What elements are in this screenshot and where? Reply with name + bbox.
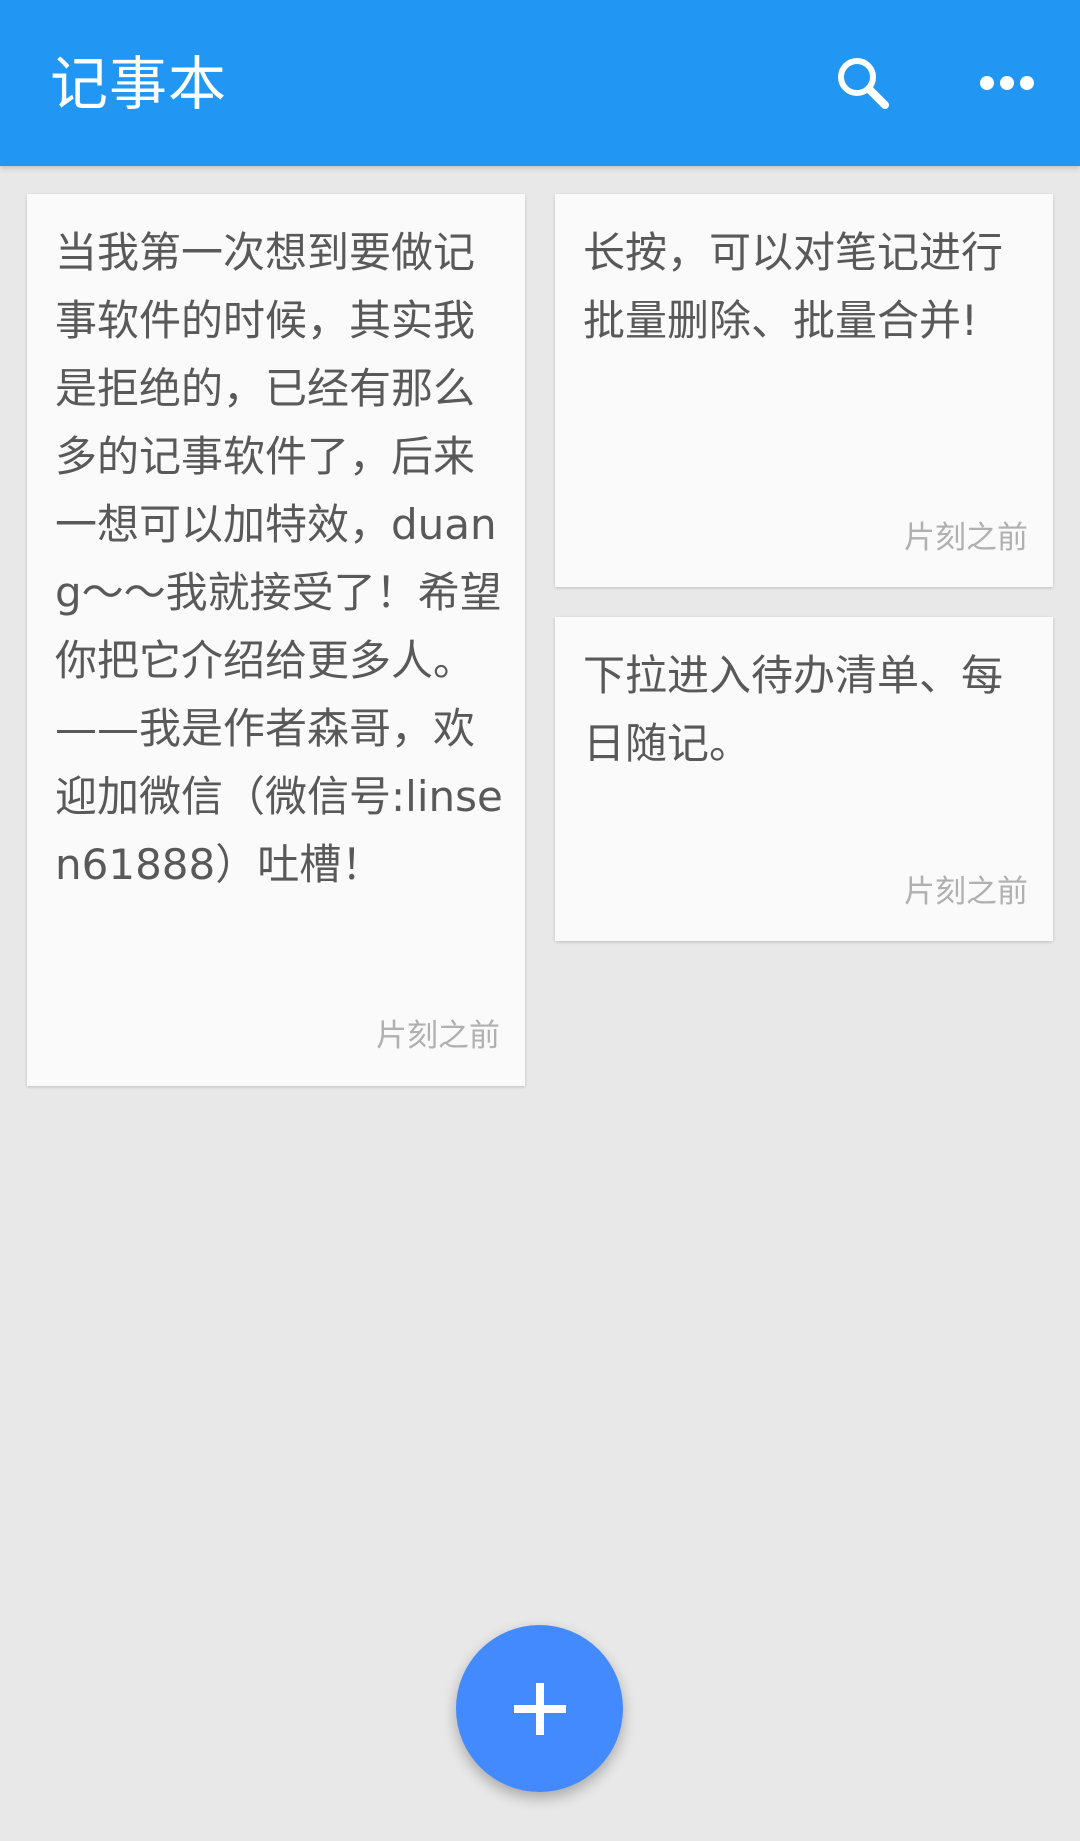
note-card[interactable]: 下拉进入待办清单、每日随记。 片刻之前 — [555, 617, 1053, 941]
note-timestamp: 片刻之前 — [376, 1018, 500, 1054]
note-card[interactable]: 长按，可以对笔记进行批量删除、批量合并! 片刻之前 — [555, 194, 1053, 587]
app-bar: 记事本 — [0, 0, 1080, 166]
plus-icon — [513, 1682, 566, 1735]
app-title: 记事本 — [50, 50, 228, 118]
note-text: 长按，可以对笔记进行批量删除、批量合并! — [583, 228, 1004, 345]
note-timestamp: 片刻之前 — [904, 874, 1028, 910]
note-text: 下拉进入待办清单、每日随记。 — [583, 651, 1004, 768]
note-text: 当我第一次想到要做记事软件的时候，其实我是拒绝的，已经有那么多的记事软件了，后来… — [55, 228, 503, 889]
add-note-button[interactable] — [456, 1625, 623, 1792]
search-icon — [838, 58, 889, 109]
note-card[interactable]: 当我第一次想到要做记事软件的时候，其实我是拒绝的，已经有那么多的记事软件了，后来… — [27, 194, 525, 1086]
search-button[interactable] — [823, 43, 903, 123]
more-horizontal-icon — [980, 76, 1034, 90]
note-timestamp: 片刻之前 — [904, 520, 1028, 556]
more-options-button[interactable] — [967, 43, 1047, 123]
